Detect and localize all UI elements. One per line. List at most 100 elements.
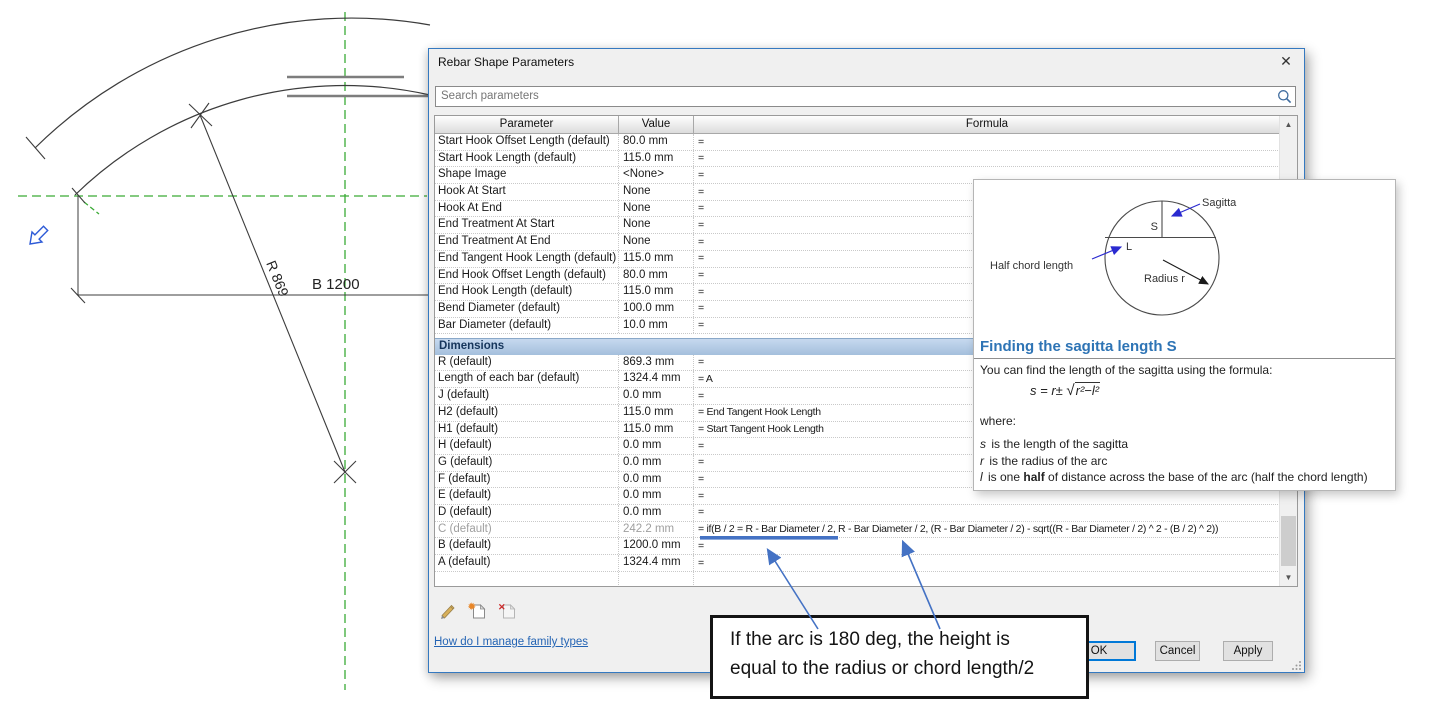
- parameter-cell[interactable]: End Treatment At Start: [435, 217, 619, 234]
- scrollbar-down-icon[interactable]: ▼: [1280, 569, 1297, 586]
- value-cell[interactable]: 115.0 mm: [619, 421, 694, 438]
- parameter-cell[interactable]: Hook At End: [435, 200, 619, 217]
- scrollbar-up-icon[interactable]: ▲: [1280, 116, 1297, 133]
- delete-type-icon[interactable]: ✕: [498, 601, 518, 621]
- value-cell[interactable]: 1324.4 mm: [619, 555, 694, 571]
- parameter-cell[interactable]: End Hook Offset Length (default): [435, 267, 619, 284]
- help-link[interactable]: How do I manage family types: [434, 636, 588, 648]
- dialog-titlebar[interactable]: Rebar Shape Parameters ✕: [429, 49, 1304, 75]
- parameter-cell[interactable]: B (default): [435, 538, 619, 554]
- value-cell[interactable]: 0.0 mm: [619, 438, 694, 454]
- formula-cell[interactable]: =: [694, 151, 1280, 167]
- value-cell[interactable]: 869.3 mm: [619, 354, 694, 371]
- formula-cell[interactable]: =: [694, 538, 1280, 554]
- parameter-cell[interactable]: Hook At Start: [435, 184, 619, 200]
- column-header-formula[interactable]: Formula: [694, 116, 1280, 133]
- apply-button[interactable]: Apply: [1223, 641, 1273, 661]
- value-cell[interactable]: 10.0 mm: [619, 317, 694, 334]
- parameter-cell[interactable]: End Tangent Hook Length (default): [435, 250, 619, 267]
- value-cell[interactable]: 115.0 mm: [619, 404, 694, 421]
- parameter-cell[interactable]: Length of each bar (default): [435, 371, 619, 388]
- table-row[interactable]: D (default) 0.0 mm =: [435, 504, 1280, 522]
- formula-cell[interactable]: =: [694, 134, 1280, 150]
- parameter-cell[interactable]: H1 (default): [435, 421, 619, 438]
- type-toolbar: ✹ ✕: [438, 601, 518, 621]
- formula-cell[interactable]: = if(B / 2 = R - Bar Diameter / 2, R - B…: [694, 522, 1280, 538]
- value-cell[interactable]: 0.0 mm: [619, 471, 694, 488]
- sagitta-heading: Finding the sagitta length S: [974, 338, 1395, 359]
- rebar-inner-arc[interactable]: [74, 84, 431, 196]
- value-cell[interactable]: 0.0 mm: [619, 454, 694, 471]
- edit-pencil-icon[interactable]: [438, 601, 458, 621]
- sagitta-where: where:: [980, 414, 1017, 428]
- table-row[interactable]: C (default) 242.2 mm = if(B / 2 = R - Bar …: [435, 521, 1280, 539]
- table-row[interactable]: B (default) 1200.0 mm =: [435, 538, 1280, 555]
- parameter-cell[interactable]: E (default): [435, 488, 619, 504]
- formula-cell[interactable]: =: [694, 505, 1280, 521]
- value-cell[interactable]: 0.0 mm: [619, 388, 694, 404]
- value-cell[interactable]: None: [619, 234, 694, 250]
- formula-cell[interactable]: =: [694, 555, 1280, 571]
- value-cell[interactable]: 1200.0 mm: [619, 538, 694, 554]
- svg-text:✕: ✕: [498, 602, 506, 612]
- value-cell[interactable]: 1324.4 mm: [619, 371, 694, 388]
- parameter-cell[interactable]: D (default): [435, 504, 619, 521]
- value-cell[interactable]: 80.0 mm: [619, 134, 694, 150]
- parameter-cell[interactable]: End Treatment At End: [435, 234, 619, 250]
- value-cell[interactable]: None: [619, 184, 694, 200]
- parameter-cell[interactable]: End Hook Length (default): [435, 284, 619, 300]
- callout-line-1: If the arc is 180 deg, the height is: [730, 629, 1010, 650]
- rebar-outer-arc[interactable]: [34, 17, 431, 149]
- svg-text:✹: ✹: [468, 602, 476, 612]
- parameter-cell[interactable]: Bend Diameter (default): [435, 300, 619, 317]
- dialog-title: Rebar Shape Parameters: [438, 55, 575, 69]
- search-input[interactable]: Search parameters: [435, 86, 1296, 107]
- value-cell[interactable]: <None>: [619, 167, 694, 184]
- parameter-cell[interactable]: Start Hook Offset Length (default): [435, 134, 619, 150]
- table-row[interactable]: A (default) 1324.4 mm =: [435, 555, 1280, 572]
- chord-dimension-label[interactable]: B 1200: [312, 276, 360, 293]
- parameter-cell[interactable]: H (default): [435, 438, 619, 454]
- parameter-cell[interactable]: Start Hook Length (default): [435, 150, 619, 167]
- value-cell[interactable]: 115.0 mm: [619, 150, 694, 167]
- column-header-parameter[interactable]: Parameter: [435, 116, 619, 133]
- cancel-button[interactable]: Cancel: [1155, 641, 1200, 661]
- search-icon[interactable]: [1277, 89, 1292, 104]
- table-row[interactable]: Start Hook Length (default) 115.0 mm =: [435, 150, 1280, 168]
- parameter-cell[interactable]: Bar Diameter (default): [435, 317, 619, 334]
- l-label: L: [1126, 241, 1132, 253]
- scrollbar-thumb[interactable]: [1281, 516, 1296, 566]
- parameter-cell[interactable]: C (default): [435, 521, 619, 538]
- value-cell[interactable]: 242.2 mm: [619, 521, 694, 538]
- sagitta-definition-line: l is one half of distance across the bas…: [980, 470, 1368, 484]
- column-header-value[interactable]: Value: [619, 116, 694, 133]
- parameter-cell[interactable]: J (default): [435, 388, 619, 404]
- value-cell[interactable]: 0.0 mm: [619, 488, 694, 504]
- parameter-cell[interactable]: F (default): [435, 471, 619, 488]
- parameter-cell[interactable]: H2 (default): [435, 404, 619, 421]
- search-placeholder: Search parameters: [441, 90, 539, 102]
- sagitta-label: Sagitta: [1202, 197, 1237, 209]
- radius-dimension-label[interactable]: R 869: [263, 258, 292, 299]
- parameter-cell[interactable]: G (default): [435, 454, 619, 471]
- reference-plane-diagonal: [83, 201, 100, 215]
- sagitta-definition-line: s is the length of the sagitta: [980, 437, 1129, 451]
- flip-arrow-icon[interactable]: [29, 225, 49, 245]
- radius-line[interactable]: [199, 114, 346, 473]
- value-cell[interactable]: 115.0 mm: [619, 250, 694, 267]
- table-row[interactable]: Start Hook Offset Length (default) 80.0 m…: [435, 134, 1280, 151]
- value-cell[interactable]: 80.0 mm: [619, 267, 694, 284]
- close-icon[interactable]: ✕: [1277, 53, 1295, 70]
- parameter-cell[interactable]: A (default): [435, 555, 619, 571]
- value-cell[interactable]: None: [619, 200, 694, 217]
- resize-grip[interactable]: [1292, 660, 1302, 670]
- value-cell[interactable]: 0.0 mm: [619, 504, 694, 521]
- value-cell[interactable]: 100.0 mm: [619, 300, 694, 317]
- sagitta-formula: s = r± √r²−l²: [1030, 382, 1101, 399]
- value-cell[interactable]: None: [619, 217, 694, 234]
- new-type-icon[interactable]: ✹: [468, 601, 488, 621]
- value-cell[interactable]: 115.0 mm: [619, 284, 694, 300]
- sagitta-diagram: S Sagitta L Half chord length Radius r: [990, 197, 1237, 316]
- parameter-cell[interactable]: R (default): [435, 354, 619, 371]
- parameter-cell[interactable]: Shape Image: [435, 167, 619, 184]
